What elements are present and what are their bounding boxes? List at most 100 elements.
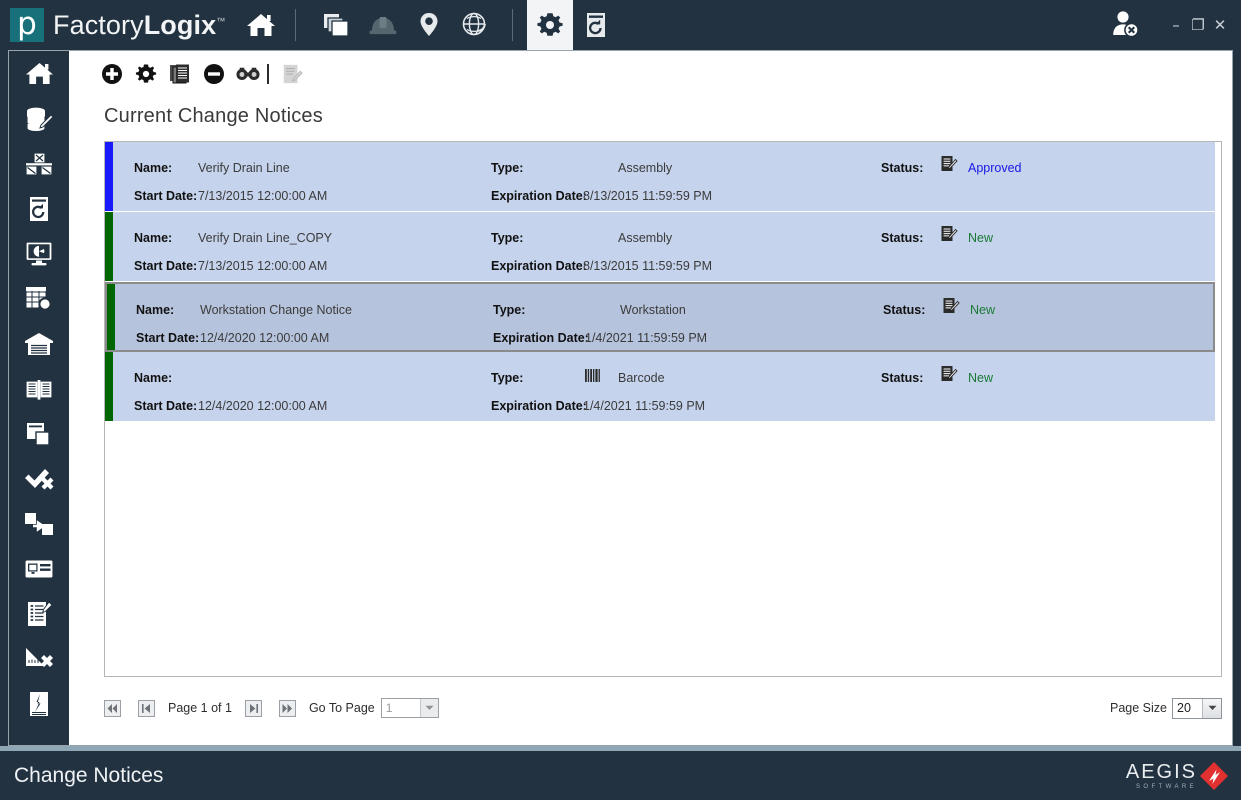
maximize-button[interactable]: ❐ [1187, 17, 1209, 33]
nav-copy-stack[interactable] [314, 0, 360, 50]
name-label: Name: [134, 231, 173, 245]
first-page-button[interactable] [104, 699, 121, 717]
document-edit-icon [283, 64, 303, 84]
nav-hardhat[interactable] [360, 0, 406, 50]
table-row[interactable]: Name: Start Date: 12/4/2020 12:00:00 AM … [105, 352, 1215, 422]
change-notice-icon-wrap [940, 225, 958, 246]
table-row[interactable]: Name: Workstation Change Notice Start Da… [105, 282, 1215, 352]
start-date-label: Start Date: [136, 331, 200, 345]
aegis-wordmark: AEGIS SOFTWARE [1126, 762, 1197, 790]
name-value: Verify Drain Line_COPY [198, 231, 333, 245]
start-date-label: Start Date: [134, 259, 198, 273]
chevron-down-icon [419, 699, 438, 717]
ruler-x-icon [26, 647, 53, 667]
status-title: Change Notices [14, 763, 164, 787]
aegis-logo: AEGIS SOFTWARE [1126, 761, 1241, 791]
sidebar-item-data-search[interactable] [9, 276, 69, 321]
next-page-button[interactable] [244, 699, 262, 717]
nav-settings[interactable] [527, 0, 574, 50]
aegis-name: AEGIS [1125, 760, 1197, 783]
page-size-label: Page Size [1110, 701, 1167, 715]
sidebar-item-revision-history[interactable] [9, 186, 69, 231]
status-value[interactable]: Approved [968, 161, 1022, 175]
map-pin-icon [420, 13, 438, 36]
sidebar-item-warehouse[interactable] [9, 321, 69, 366]
sidebar-item-measure-remove[interactable] [9, 636, 69, 681]
last-page-button[interactable] [278, 699, 296, 717]
gear-icon [135, 64, 157, 83]
binoculars-icon [236, 67, 260, 80]
delete-button[interactable] [197, 59, 231, 89]
transfer-arrow-icon [25, 512, 53, 535]
home-button[interactable] [241, 3, 281, 47]
nav-globe[interactable] [452, 0, 498, 50]
id-card-icon [24, 558, 54, 579]
row-status-bar [105, 212, 113, 281]
change-notice-icon [941, 156, 958, 171]
copy-button[interactable] [163, 59, 197, 89]
page-size-area: Page Size 20 [1110, 697, 1222, 719]
minimize-button[interactable]: – [1165, 17, 1187, 33]
sidebar-item-database-edit[interactable] [9, 96, 69, 141]
page-indicator: Page 1 of 1 [168, 701, 232, 715]
sidebar-item-bom[interactable] [9, 141, 69, 186]
sidebar-item-transfer[interactable] [9, 501, 69, 546]
expiration-date-label: Expiration Date: [491, 189, 587, 203]
type-label: Type: [493, 303, 526, 317]
start-date-label: Start Date: [134, 189, 198, 203]
sidebar-item-label-card[interactable] [9, 546, 69, 591]
expiration-date-value: 8/13/2015 11:59:59 PM [583, 259, 713, 273]
start-date-value: 12/4/2020 12:00:00 AM [200, 331, 330, 345]
global-nav [314, 0, 619, 50]
revision-history-icon [30, 196, 48, 221]
logo-letter: p [17, 5, 37, 42]
start-date-value: 7/13/2015 12:00:00 AM [198, 259, 328, 273]
status-label: Status: [881, 231, 924, 245]
expiration-date-value: 8/13/2015 11:59:59 PM [583, 189, 713, 203]
goto-page-select[interactable]: 1 [380, 698, 439, 718]
brand-trademark: ™ [216, 15, 226, 26]
sidebar-item-home[interactable] [9, 51, 69, 96]
row-content: Name: Workstation Change Notice Start Da… [115, 284, 1213, 350]
change-notice-icon-wrap [942, 297, 960, 318]
nav-map-pin[interactable] [406, 0, 452, 50]
user-account-button[interactable] [1109, 8, 1143, 43]
table-row[interactable]: Name: Verify Drain Line_COPY Start Date:… [105, 212, 1215, 282]
table-search-icon [25, 286, 54, 313]
sidebar-item-checklist-edit[interactable] [9, 591, 69, 636]
view-button[interactable] [231, 59, 265, 89]
change-notice-icon [941, 226, 958, 241]
type-label: Type: [491, 231, 524, 245]
name-label: Name: [134, 371, 173, 385]
name-label: Name: [134, 161, 173, 175]
nav-restore-history[interactable] [573, 0, 619, 50]
status-value[interactable]: New [968, 371, 993, 385]
sidebar-item-approve-reject[interactable] [9, 456, 69, 501]
globe-icon [463, 12, 487, 36]
toolbar-divider-right [512, 9, 514, 41]
settings-button[interactable] [129, 59, 163, 89]
page-size-select[interactable]: 20 [1172, 697, 1222, 719]
type-value: Assembly [618, 161, 673, 175]
aegis-mark-icon [1200, 761, 1228, 790]
edit-report-button[interactable] [275, 59, 309, 89]
row-content: Name: Verify Drain Line_COPY Start Date:… [113, 212, 1215, 281]
name-value: Workstation Change Notice [200, 303, 352, 317]
status-value[interactable]: New [970, 303, 995, 317]
row-content: Name: Start Date: 12/4/2020 12:00:00 AM … [113, 352, 1215, 421]
close-button[interactable]: ✕ [1209, 17, 1231, 33]
plus-circle-icon [102, 64, 122, 84]
row-status-bar [105, 352, 113, 421]
sidebar-item-defect[interactable] [9, 681, 69, 726]
app-title: FactoryLogix™ [53, 10, 225, 41]
sidebar-item-dashboard[interactable] [9, 231, 69, 276]
previous-page-button[interactable] [138, 699, 155, 717]
status-label: Status: [883, 303, 926, 317]
status-value[interactable]: New [968, 231, 993, 245]
sidebar-item-copy-document[interactable] [9, 411, 69, 456]
sidebar-item-documentation[interactable] [9, 366, 69, 411]
status-label: Status: [881, 371, 924, 385]
table-row[interactable]: Name: Verify Drain Line Start Date: 7/13… [105, 142, 1215, 212]
add-button[interactable] [95, 59, 129, 89]
type-label: Type: [491, 371, 524, 385]
